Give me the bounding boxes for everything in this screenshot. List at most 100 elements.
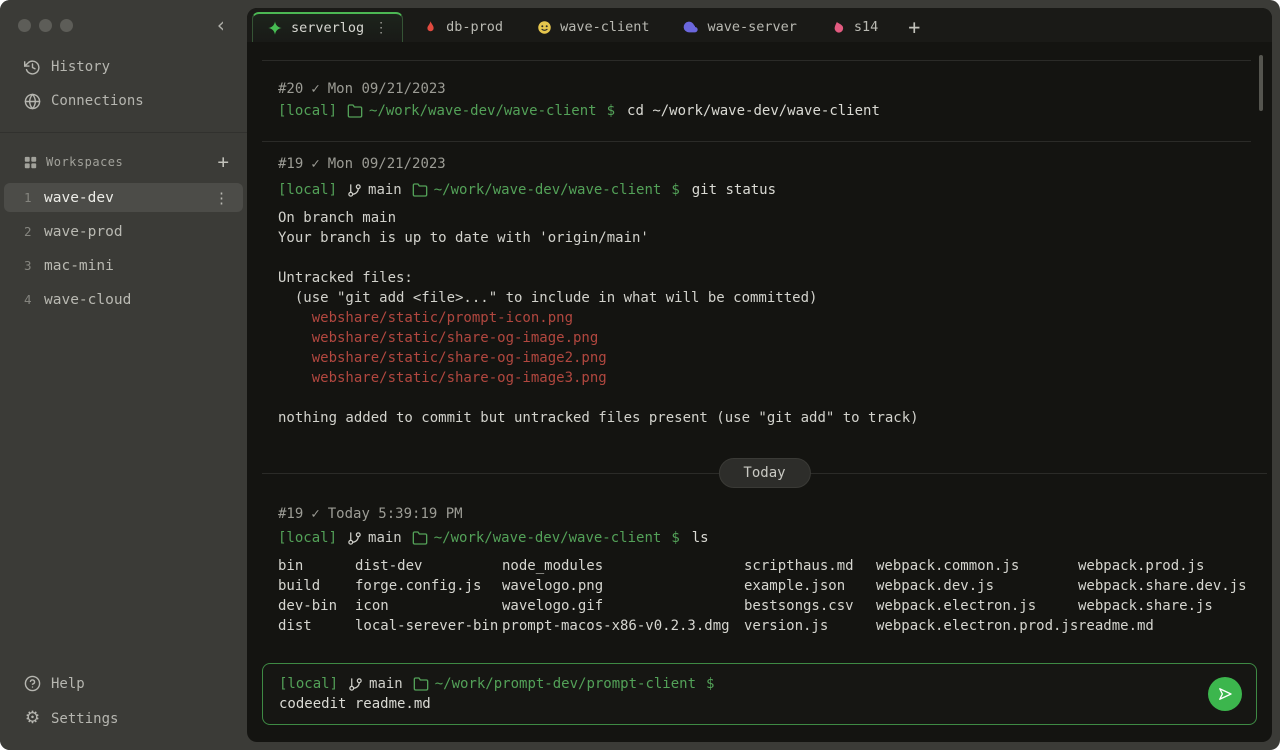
check-icon: ✓ bbox=[311, 506, 320, 522]
prompt-branch: main bbox=[368, 182, 402, 198]
folder-icon bbox=[412, 531, 428, 545]
sidebar-item-help[interactable]: Help bbox=[0, 666, 247, 701]
tab-db-prod[interactable]: db-prod bbox=[409, 12, 517, 42]
untracked-file: webshare/static/prompt-icon.png bbox=[278, 310, 574, 326]
folder-icon bbox=[412, 183, 428, 197]
zoom-window-button[interactable] bbox=[60, 18, 73, 32]
today-divider: Today bbox=[262, 458, 1267, 488]
workspace-menu-icon[interactable]: ⋮ bbox=[210, 189, 233, 207]
command-text: cd ~/work/wave-dev/wave-client bbox=[627, 103, 880, 119]
tab-wave-client[interactable]: wave-client bbox=[523, 12, 663, 42]
sparkle-icon bbox=[268, 21, 282, 35]
file-name: dist-dev bbox=[355, 558, 423, 574]
file-name: webpack.dev.js bbox=[876, 578, 995, 594]
file-name: build bbox=[278, 578, 321, 594]
sidebar-footer: Help ⚙ Settings bbox=[0, 666, 247, 736]
window-controls bbox=[18, 18, 73, 32]
tab-s14[interactable]: s14 bbox=[817, 12, 892, 42]
tab-wave-server[interactable]: wave-server bbox=[669, 12, 810, 42]
sidebar-item-label: Connections bbox=[51, 93, 144, 109]
file-name: bestsongs.csv bbox=[744, 598, 854, 614]
terminal-history: #20 ✓ Mon 09/21/2023 [local] ~/work/wave… bbox=[247, 60, 1272, 636]
workspace-number: 1 bbox=[24, 190, 32, 205]
file-name: readme.md bbox=[1078, 618, 1154, 634]
today-badge: Today bbox=[718, 458, 811, 488]
workspace-item-mac-mini[interactable]: 3 mac-mini bbox=[4, 251, 243, 280]
workspaces-label: Workspaces bbox=[46, 155, 124, 169]
entry-divider bbox=[262, 141, 1251, 142]
add-tab-button[interactable]: + bbox=[898, 12, 930, 42]
file-name: wavelogo.png bbox=[502, 578, 604, 594]
entry-number: #19 bbox=[278, 506, 304, 522]
command-input-box[interactable]: [local] main ~/work/prompt-dev/prompt-cl… bbox=[262, 663, 1257, 725]
input-prompt-line: [local] main ~/work/prompt-dev/prompt-cl… bbox=[279, 674, 1208, 694]
tab-bar: serverlog ⋮ db-prod wave-client wave-ser… bbox=[247, 8, 1272, 42]
entry-date: Mon 09/21/2023 bbox=[327, 156, 446, 172]
history-icon bbox=[24, 59, 40, 75]
file-name: wavelogo.gif bbox=[502, 598, 604, 614]
cloud-icon bbox=[684, 21, 699, 33]
prompt-host: [local] bbox=[278, 103, 338, 119]
prompt-dollar: $ bbox=[671, 530, 680, 546]
file-name: webpack.share.js bbox=[1078, 598, 1213, 614]
check-icon: ✓ bbox=[311, 156, 320, 172]
prompt-line: [local] main ~/work/wave-dev/wave-client… bbox=[278, 528, 1254, 548]
help-icon bbox=[24, 675, 41, 692]
untracked-file: webshare/static/share-og-image3.png bbox=[278, 370, 607, 386]
prompt-branch: main bbox=[369, 676, 403, 692]
file-name: prompt-macos-x86-v0.2.3.dmg bbox=[502, 618, 730, 634]
entry-date: Today 5:39:19 PM bbox=[327, 506, 463, 522]
command-input-area: [local] main ~/work/prompt-dev/prompt-cl… bbox=[279, 674, 1208, 714]
workspace-number: 4 bbox=[24, 292, 32, 307]
command-text: ls bbox=[691, 530, 709, 546]
workspace-item-wave-dev[interactable]: 1 wave-dev ⋮ bbox=[4, 183, 243, 212]
scrollbar-thumb[interactable] bbox=[1259, 55, 1263, 111]
output-line: Your branch is up to date with 'origin/m… bbox=[278, 230, 649, 246]
tab-serverlog[interactable]: serverlog ⋮ bbox=[252, 12, 404, 42]
file-name: webpack.share.dev.js bbox=[1078, 578, 1247, 594]
command-input[interactable]: codeedit readme.md bbox=[279, 694, 1208, 714]
file-name: icon bbox=[355, 598, 389, 614]
sidebar: ‹ History Connections Workspaces + 1 wav… bbox=[0, 0, 247, 750]
entry-number: #19 bbox=[278, 156, 304, 172]
command-output: On branch main Your branch is up to date… bbox=[278, 208, 1254, 428]
add-workspace-button[interactable]: + bbox=[214, 152, 233, 172]
minimize-window-button[interactable] bbox=[39, 18, 52, 32]
ls-column: node_modules wavelogo.png wavelogo.gif p… bbox=[502, 556, 744, 636]
ls-column: webpack.prod.js webpack.share.dev.js web… bbox=[1078, 556, 1254, 636]
collapse-sidebar-icon[interactable]: ‹ bbox=[209, 15, 233, 35]
ls-output: bin build dev-bin dist dist-dev forge.co… bbox=[278, 556, 1254, 636]
workspace-item-wave-cloud[interactable]: 4 wave-cloud bbox=[4, 285, 243, 314]
send-button[interactable] bbox=[1208, 677, 1242, 711]
sidebar-item-history[interactable]: History bbox=[0, 50, 247, 84]
sidebar-item-settings[interactable]: ⚙ Settings bbox=[0, 701, 247, 736]
file-name: dev-bin bbox=[278, 598, 338, 614]
prompt-cwd: ~/work/wave-dev/wave-client bbox=[433, 530, 662, 546]
tab-label: serverlog bbox=[291, 20, 365, 36]
gear-icon: ⚙ bbox=[24, 708, 41, 728]
untracked-file: webshare/static/share-og-image2.png bbox=[278, 350, 607, 366]
flame-icon bbox=[427, 20, 434, 31]
globe-icon bbox=[24, 93, 41, 109]
sidebar-divider bbox=[0, 132, 247, 133]
ls-column: scripthaus.md example.json bestsongs.csv… bbox=[744, 556, 876, 636]
prompt-cwd: ~/work/wave-dev/wave-client bbox=[369, 103, 597, 119]
entry-number: #20 bbox=[278, 81, 304, 97]
workspaces-header: Workspaces + bbox=[0, 147, 247, 177]
close-window-button[interactable] bbox=[18, 18, 31, 32]
entry-divider bbox=[262, 60, 1251, 61]
prompt-dollar: $ bbox=[606, 103, 616, 119]
entry-meta: #19 ✓ Today 5:39:19 PM bbox=[278, 504, 1254, 524]
file-name: version.js bbox=[744, 618, 829, 634]
untracked-file: webshare/static/share-og-image.png bbox=[278, 330, 599, 346]
file-name: webpack.prod.js bbox=[1078, 558, 1205, 574]
sidebar-item-connections[interactable]: Connections bbox=[0, 84, 247, 118]
prompt-cwd: ~/work/prompt-dev/prompt-client bbox=[434, 676, 697, 692]
tab-menu-icon[interactable]: ⋮ bbox=[374, 20, 388, 36]
git-branch-icon bbox=[349, 677, 362, 691]
file-name: bin bbox=[278, 558, 304, 574]
workspace-item-wave-prod[interactable]: 2 wave-prod bbox=[4, 217, 243, 246]
app-window: ‹ History Connections Workspaces + 1 wav… bbox=[0, 0, 1280, 750]
